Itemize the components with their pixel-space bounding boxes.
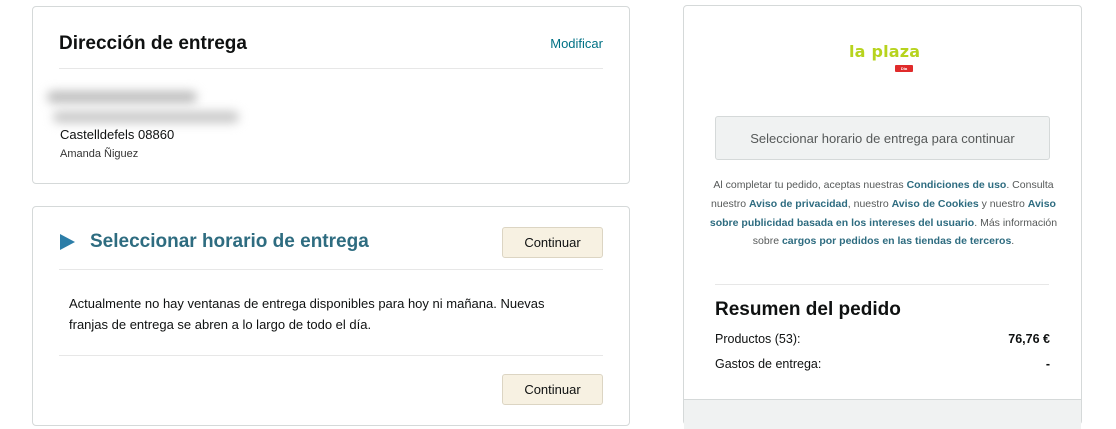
address-recipient-name: Amanda Ñiguez xyxy=(60,148,139,160)
shipping-value: - xyxy=(1045,357,1050,371)
products-row: Productos (53): 76,76 € xyxy=(715,332,1050,346)
products-label: Productos (53): xyxy=(715,332,801,346)
redacted-address-line xyxy=(47,91,197,103)
expand-arrow-icon xyxy=(60,234,75,250)
select-delivery-slot-button[interactable]: Seleccionar horario de entrega para cont… xyxy=(715,116,1050,160)
continue-button-top[interactable]: Continuar xyxy=(502,227,603,258)
legal-text: , nuestro xyxy=(847,197,892,210)
legal-notice: Al completar tu pedido, aceptas nuestras… xyxy=(708,176,1059,251)
dia-badge-icon: Dia xyxy=(895,65,913,72)
legal-text: . xyxy=(1011,235,1015,248)
summary-footer xyxy=(684,399,1081,429)
third-party-fees-link[interactable]: cargos por pedidos en las tiendas de ter… xyxy=(782,235,1011,247)
delivery-slot-title: Seleccionar horario de entrega xyxy=(90,231,369,252)
shipping-label: Gastos de entrega: xyxy=(715,357,822,371)
no-slots-message: Actualmente no hay ventanas de entrega d… xyxy=(69,296,545,332)
products-value: 76,76 € xyxy=(1008,332,1050,346)
divider xyxy=(59,355,603,356)
delivery-address-card: Dirección de entrega Modificar Castellde… xyxy=(32,6,630,184)
divider xyxy=(59,269,603,270)
divider xyxy=(715,284,1049,285)
legal-text: y nuestro xyxy=(978,197,1028,210)
la-plaza-logo: la plaza xyxy=(849,42,921,61)
delivery-address-title: Dirección de entrega xyxy=(59,33,247,54)
legal-text: Al completar tu pedido, aceptas nuestras xyxy=(713,179,907,191)
cookies-notice-link[interactable]: Aviso de Cookies xyxy=(892,198,979,210)
continue-button-bottom[interactable]: Continuar xyxy=(502,374,603,405)
shipping-row: Gastos de entrega: - xyxy=(715,357,1050,371)
order-summary-card: la plaza Dia Seleccionar horario de entr… xyxy=(683,5,1082,429)
order-summary-title: Resumen del pedido xyxy=(715,299,901,320)
terms-of-use-link[interactable]: Condiciones de uso xyxy=(907,179,1007,191)
address-city-line: Castelldefels 08860 xyxy=(60,127,175,142)
delivery-slot-card: Seleccionar horario de entrega Continuar… xyxy=(32,206,630,426)
modify-address-link[interactable]: Modificar xyxy=(550,36,603,51)
privacy-notice-link[interactable]: Aviso de privacidad xyxy=(749,198,848,210)
redacted-address-line xyxy=(53,111,239,123)
divider xyxy=(59,68,603,69)
